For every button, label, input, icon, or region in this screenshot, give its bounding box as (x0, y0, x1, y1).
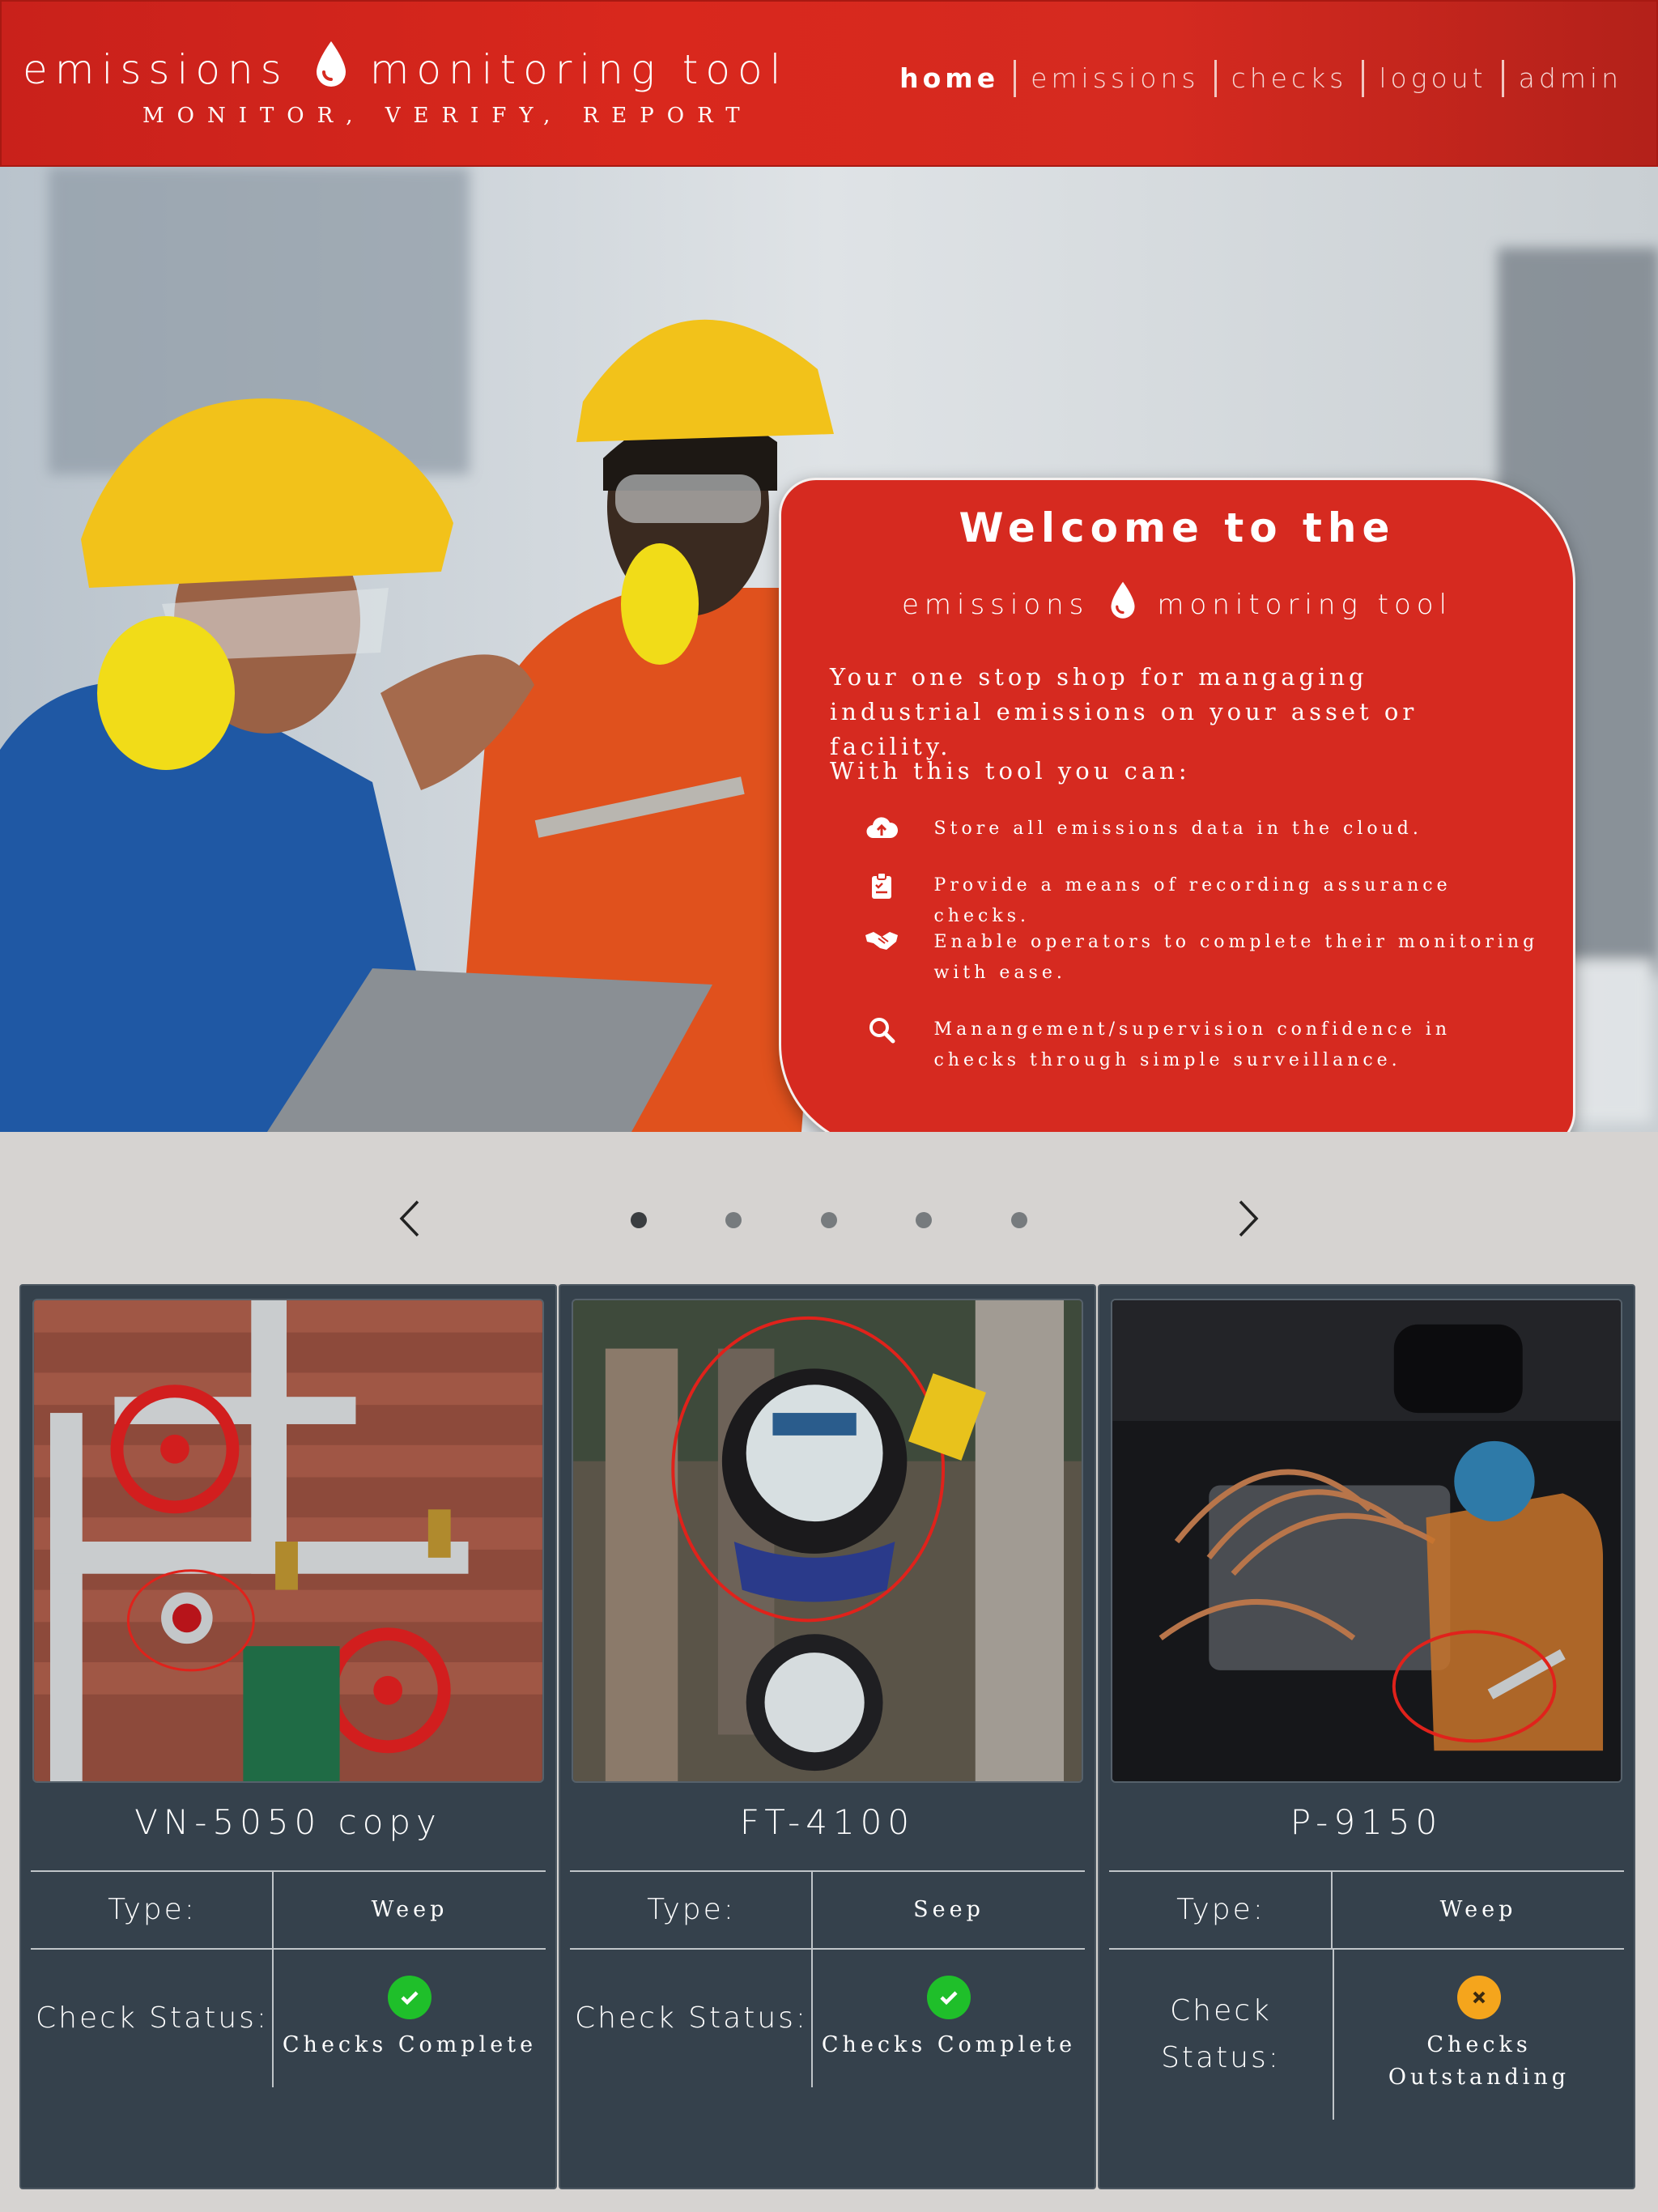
type-value: Weep (1331, 1872, 1624, 1948)
check-icon (388, 1976, 432, 2019)
asset-photo-flow-meter (572, 1299, 1083, 1783)
nav-logout[interactable]: logout (1362, 60, 1501, 97)
asset-photo-valves (32, 1299, 544, 1783)
asset-card[interactable]: P-9150 Type: Weep Check Status: Checks O… (1098, 1284, 1635, 2189)
asset-name: FT-4100 (739, 1802, 916, 1842)
brand-title-right: monitoring tool (369, 46, 789, 93)
status-value: Checks Outstanding (1388, 2032, 1571, 2090)
search-icon (830, 1015, 934, 1076)
asset-photo-engine (1111, 1299, 1622, 1783)
carousel-dot-2[interactable] (725, 1212, 742, 1228)
type-row: Type: Weep (31, 1872, 546, 1950)
site-header: emissions monitoring tool MONITOR, VERIF… (0, 0, 1658, 167)
type-row: Type: Weep (1109, 1872, 1624, 1950)
asset-name: VN-5050 copy (134, 1802, 442, 1842)
status-value: Checks Complete (821, 2032, 1077, 2057)
carousel-dot-1[interactable] (631, 1212, 647, 1228)
feature-text: Manangement/supervision confidence in ch… (933, 1019, 1452, 1070)
status-cell: Checks Outstanding (1333, 1950, 1624, 2120)
status-label: Check Status: (574, 2001, 809, 2035)
brand-logo[interactable]: emissions monitoring tool (23, 37, 788, 102)
carousel-dot-3[interactable] (821, 1212, 837, 1228)
welcome-panel: Welcome to the emissions monitoring tool… (779, 478, 1575, 1132)
carousel-dot-5[interactable] (1011, 1212, 1027, 1228)
feature-text: Store all emissions data in the cloud. (933, 819, 1422, 839)
brand-tagline: MONITOR, VERIFY, REPORT (142, 104, 753, 128)
feature-item: Enable operators to complete their monit… (830, 927, 1542, 989)
status-row: Check Status: Checks Complete (31, 1950, 546, 2087)
asset-name: P-9150 (1290, 1802, 1443, 1842)
droplet-icon (313, 40, 349, 100)
status-label: Check Status: (35, 2001, 270, 2035)
status-row: Check Status: Checks Outstanding (1109, 1950, 1624, 2120)
asset-details: Type: Seep Check Status: Checks Complete (570, 1870, 1085, 2121)
cloud-upload-icon (830, 814, 934, 844)
status-row: Check Status: Checks Complete (570, 1950, 1085, 2087)
asset-details: Type: Weep Check Status: Checks Complete (31, 1870, 546, 2121)
welcome-with: With this tool you can: (830, 757, 1191, 785)
feature-item: Manangement/supervision confidence in ch… (830, 1015, 1542, 1076)
status-cell: Checks Complete (811, 1950, 1085, 2087)
carousel-dot-4[interactable] (916, 1212, 932, 1228)
status-cell: Checks Complete (272, 1950, 546, 2087)
asset-card[interactable]: FT-4100 Type: Seep Check Status: Checks … (559, 1284, 1096, 2189)
asset-card[interactable]: VN-5050 copy Type: Weep Check Status: Ch… (19, 1284, 557, 2189)
welcome-brand: emissions monitoring tool (781, 581, 1573, 628)
welcome-title: Welcome to the (959, 504, 1396, 551)
welcome-intro: Your one stop shop for mangaging industr… (830, 663, 1418, 760)
feature-item: Store all emissions data in the cloud. (830, 814, 1542, 844)
feature-text: Enable operators to complete their monit… (933, 932, 1539, 983)
x-icon (1457, 1976, 1501, 2019)
droplet-icon (1108, 581, 1137, 628)
type-value: Seep (811, 1872, 1085, 1948)
nav-emissions[interactable]: emissions (1014, 60, 1214, 97)
status-label: Check Status: (1161, 1994, 1281, 2074)
type-row: Type: Seep (570, 1872, 1085, 1950)
nav-checks[interactable]: checks (1214, 60, 1363, 97)
type-label: Type: (108, 1893, 197, 1926)
status-value: Checks Complete (282, 2032, 538, 2057)
nav-admin[interactable]: admin (1501, 60, 1637, 97)
main-nav: home emissions checks logout admin (885, 60, 1637, 97)
clipboard-check-icon (830, 870, 934, 932)
asset-details: Type: Weep Check Status: Checks Outstand… (1109, 1870, 1624, 2121)
brand-title-left: emissions (23, 46, 289, 93)
feature-item: Provide a means of recording assurance c… (830, 870, 1542, 932)
feature-text: Provide a means of recording assurance c… (933, 875, 1452, 926)
type-label: Type: (1176, 1893, 1265, 1926)
welcome-brand-left: emissions (901, 588, 1090, 621)
hero-banner: Welcome to the emissions monitoring tool… (0, 167, 1658, 1132)
nav-home[interactable]: home (885, 60, 1014, 97)
carousel-prev-button[interactable] (393, 1197, 426, 1240)
handshake-icon (830, 927, 934, 989)
welcome-brand-right: monitoring tool (1157, 588, 1453, 621)
type-label: Type: (647, 1893, 736, 1926)
carousel-next-button[interactable] (1232, 1197, 1265, 1240)
type-value: Weep (272, 1872, 546, 1948)
check-icon (927, 1976, 971, 2019)
